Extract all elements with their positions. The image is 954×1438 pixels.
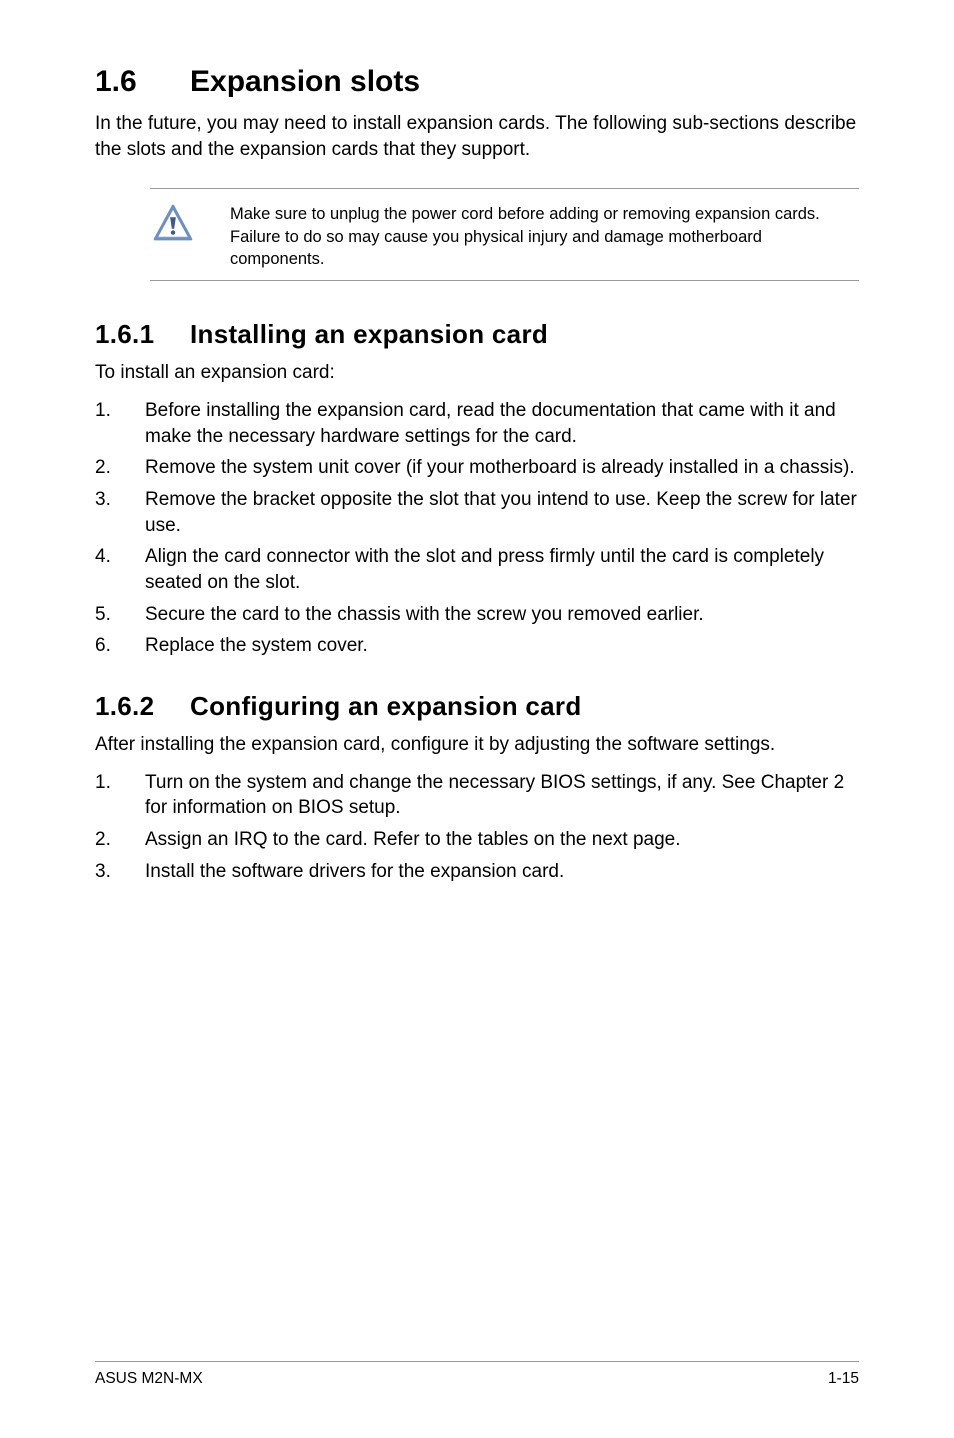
- section-heading: 1.6Expansion slots: [95, 65, 859, 99]
- subsection-number: 1.6.2: [95, 691, 190, 722]
- warning-text: Make sure to unplug the power cord befor…: [205, 199, 859, 270]
- list-item: Install the software drivers for the exp…: [95, 859, 859, 885]
- subsection-heading: 1.6.2Configuring an expansion card: [95, 691, 859, 722]
- footer-right: 1-15: [828, 1370, 859, 1388]
- list-item: Secure the card to the chassis with the …: [95, 602, 859, 628]
- list-item: Remove the system unit cover (if your mo…: [95, 455, 859, 481]
- subsection-title: Configuring an expansion card: [190, 691, 582, 721]
- section-number: 1.6: [95, 65, 190, 99]
- page-footer: ASUS M2N-MX 1-15: [95, 1361, 859, 1388]
- section-intro: In the future, you may need to install e…: [95, 111, 859, 162]
- list-item: Turn on the system and change the necess…: [95, 770, 859, 821]
- subsection-title: Installing an expansion card: [190, 319, 548, 349]
- install-steps-list: Before installing the expansion card, re…: [95, 398, 859, 659]
- subsection-intro: To install an expansion card:: [95, 362, 859, 384]
- subsection-intro: After installing the expansion card, con…: [95, 734, 859, 756]
- section-title: Expansion slots: [190, 65, 420, 98]
- subsection-number: 1.6.1: [95, 319, 190, 350]
- list-item: Assign an IRQ to the card. Refer to the …: [95, 827, 859, 853]
- subsection-heading: 1.6.1Installing an expansion card: [95, 319, 859, 350]
- list-item: Remove the bracket opposite the slot tha…: [95, 487, 859, 538]
- warning-icon: [150, 199, 205, 247]
- list-item: Align the card connector with the slot a…: [95, 544, 859, 595]
- configure-steps-list: Turn on the system and change the necess…: [95, 770, 859, 885]
- list-item: Before installing the expansion card, re…: [95, 398, 859, 449]
- warning-callout: Make sure to unplug the power cord befor…: [150, 188, 859, 281]
- footer-left: ASUS M2N-MX: [95, 1370, 203, 1388]
- list-item: Replace the system cover.: [95, 633, 859, 659]
